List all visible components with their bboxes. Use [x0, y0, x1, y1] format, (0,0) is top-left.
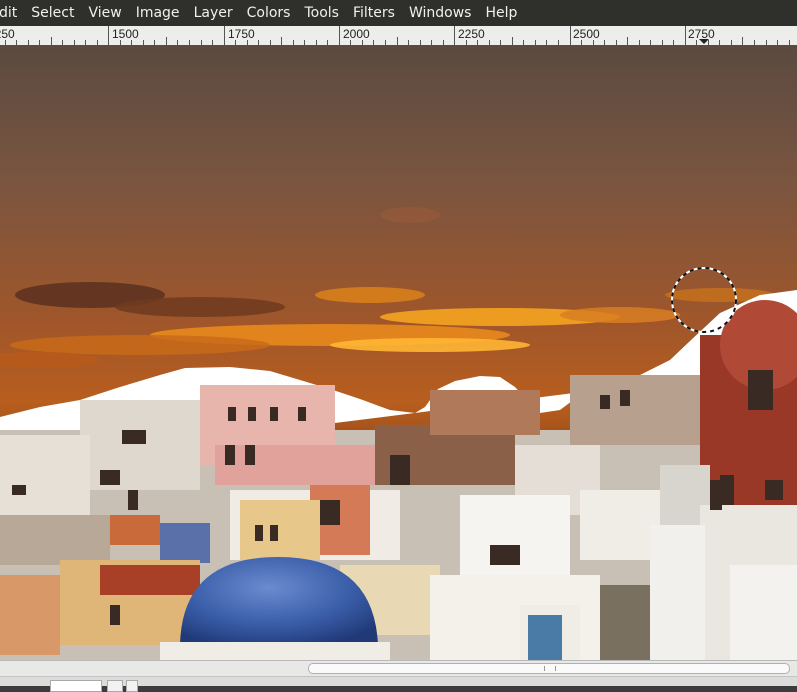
ruler-label-2500: 2500	[573, 27, 600, 41]
menu-view[interactable]: View	[81, 0, 128, 26]
horizontal-ruler[interactable]: 1250 1500 1750 2000 2250 2500 2750	[0, 26, 797, 46]
grip-icon	[544, 666, 556, 671]
zoom-field[interactable]	[50, 680, 102, 692]
menu-windows[interactable]: Windows	[402, 0, 479, 26]
menu-bar: dit Select View Image Layer Colors Tools…	[0, 0, 797, 26]
canvas-image	[0, 45, 797, 660]
scrollbar-thumb[interactable]	[308, 663, 790, 674]
menu-colors[interactable]: Colors	[240, 0, 298, 26]
menu-edit[interactable]: dit	[0, 0, 24, 26]
ruler-label-1500: 1500	[112, 27, 139, 41]
image-canvas[interactable]	[0, 45, 797, 660]
menu-image[interactable]: Image	[129, 0, 187, 26]
ruler-label-2000: 2000	[343, 27, 370, 41]
ruler-label-1250: 1250	[0, 27, 15, 41]
menu-filters[interactable]: Filters	[346, 0, 402, 26]
ruler-label-1750: 1750	[228, 27, 255, 41]
menu-tools[interactable]: Tools	[297, 0, 346, 26]
menu-help[interactable]: Help	[478, 0, 524, 26]
ruler-label-2750: 2750	[688, 27, 715, 41]
ruler-label-2250: 2250	[458, 27, 485, 41]
zoom-menu-button[interactable]	[126, 680, 138, 692]
pointer-marker-icon	[699, 39, 709, 44]
horizontal-scrollbar[interactable]	[0, 660, 797, 676]
ruler-graphics: 1250 1500 1750 2000 2250 2500 2750	[0, 26, 790, 45]
menu-layer[interactable]: Layer	[187, 0, 240, 26]
menu-select[interactable]: Select	[24, 0, 81, 26]
unit-menu-button[interactable]	[107, 680, 123, 692]
